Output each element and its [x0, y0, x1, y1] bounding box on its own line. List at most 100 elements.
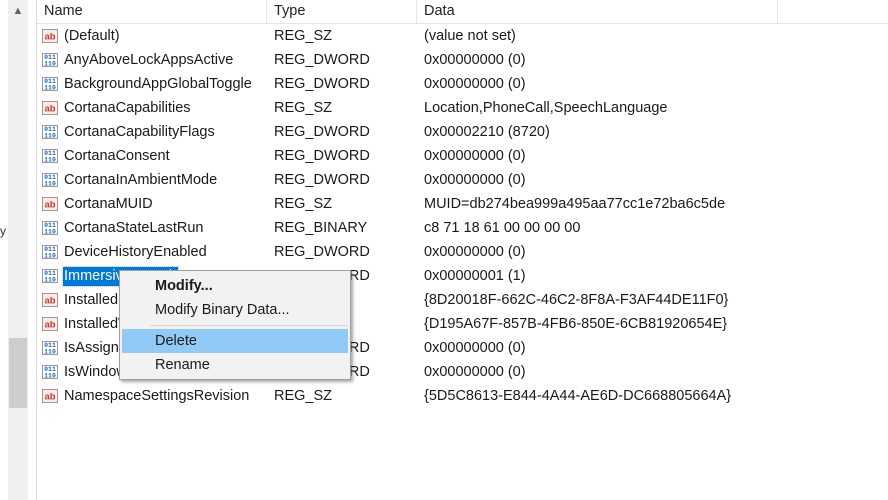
value-name-cell[interactable]: 011 110 BackgroundAppGlobalToggle — [42, 72, 268, 96]
value-name-cell[interactable]: 011 110 CortanaStateLastRun — [42, 216, 268, 240]
svg-text:110: 110 — [44, 60, 56, 67]
value-row-cortanainambientmode[interactable]: 011 110 CortanaInAmbientMode REG_DWORD 0x000… — [37, 168, 888, 192]
string-value-icon: ab — [42, 196, 58, 212]
column-header-type[interactable]: Type — [267, 0, 417, 23]
value-name-cell[interactable]: 011 110 CortanaConsent — [42, 144, 268, 168]
key-tree-pane[interactable]: y ▲ — [0, 0, 36, 500]
value-row-cortanacapabilities[interactable]: ab CortanaCapabilities REG_SZ Location,Phon… — [37, 96, 888, 120]
menu-item-modify-binary-data[interactable]: Modify Binary Data... — [122, 298, 348, 322]
value-name-cell[interactable]: ab CortanaCapabilities — [42, 96, 268, 120]
tree-scrollbar-thumb[interactable] — [9, 338, 27, 408]
binary-value-icon: 011 110 — [42, 340, 58, 356]
value-data: 0x00000001 (1) — [424, 268, 526, 284]
value-type: REG_SZ — [274, 28, 333, 44]
value-name[interactable]: NamespaceSettingsRevision — [63, 387, 250, 406]
value-row-backgroundappglobaltoggle[interactable]: 011 110 BackgroundAppGlobalToggle REG_DWORD… — [37, 72, 888, 96]
column-header-name[interactable]: Name — [37, 0, 267, 23]
svg-text:110: 110 — [44, 252, 56, 259]
value-name[interactable]: (Default) — [63, 27, 121, 46]
value-name-cell[interactable]: 011 110 AnyAboveLockAppsActive — [42, 48, 268, 72]
value-row-anyabovelockappsactive[interactable]: 011 110 AnyAboveLockAppsActive REG_DWORD 0x0… — [37, 48, 888, 72]
value-data: {D195A67F-857B-4FB6-850E-6CB81920654E} — [424, 316, 728, 332]
value-name-cell[interactable]: ab CortanaMUID — [42, 192, 268, 216]
binary-value-icon: 011 110 — [42, 52, 58, 68]
binary-value-icon: 011 110 — [42, 244, 58, 260]
value-name[interactable]: CortanaStateLastRun — [63, 219, 204, 238]
value-data: 0x00000000 (0) — [424, 364, 526, 380]
value-row-cortanacapabilityflags[interactable]: 011 110 CortanaCapabilityFlags REG_DWORD 0x0… — [37, 120, 888, 144]
value-row-namespacesettingsrevision[interactable]: ab NamespaceSettingsRevision REG_SZ {5D5C86… — [37, 384, 888, 408]
svg-text:ab: ab — [44, 32, 55, 43]
string-value-icon: ab — [42, 292, 58, 308]
value-row-cortanamuid[interactable]: ab CortanaMUID REG_SZ MUID=db274bea999a495a… — [37, 192, 888, 216]
value-name-cell[interactable]: ab NamespaceSettingsRevision — [42, 384, 268, 408]
value-name[interactable]: AnyAboveLockAppsActive — [63, 51, 234, 70]
svg-text:110: 110 — [44, 276, 56, 283]
value-data: {8D20018F-662C-46C2-8F8A-F3AF44DE11F0} — [424, 292, 729, 308]
value-name[interactable]: CortanaCapabilityFlags — [63, 123, 216, 142]
binary-value-icon: 011 110 — [42, 364, 58, 380]
column-header-data[interactable]: Data — [417, 0, 778, 23]
value-type: REG_SZ — [274, 100, 333, 116]
value-type: REG_DWORD — [274, 52, 370, 68]
binary-value-icon: 011 110 — [42, 76, 58, 92]
tree-scrollbar[interactable]: ▲ — [8, 0, 28, 500]
svg-text:110: 110 — [44, 228, 56, 235]
value-data: 0x00000000 (0) — [424, 244, 526, 260]
value-name[interactable]: DeviceHistoryEnabled — [63, 243, 208, 262]
value-row-cortanastatelastrun[interactable]: 011 110 CortanaStateLastRun REG_BINARY c8 71… — [37, 216, 888, 240]
svg-text:110: 110 — [44, 84, 56, 91]
value-type: REG_DWORD — [274, 76, 370, 92]
scroll-up-arrow-icon[interactable]: ▲ — [8, 0, 28, 22]
value-name[interactable]: BackgroundAppGlobalToggle — [63, 75, 253, 94]
menu-separator — [150, 325, 348, 326]
value-data: 0x00000000 (0) — [424, 172, 526, 188]
column-header-bar: Name Type Data — [37, 0, 888, 24]
value-row-devicehistoryenabled[interactable]: 011 110 DeviceHistoryEnabled REG_DWORD 0x000… — [37, 240, 888, 264]
binary-value-icon: 011 110 — [42, 172, 58, 188]
value-row-default[interactable]: ab (Default) REG_SZ (value not set) — [37, 24, 888, 48]
binary-value-icon: 011 110 — [42, 124, 58, 140]
svg-text:ab: ab — [44, 104, 55, 115]
value-data: 0x00000000 (0) — [424, 52, 526, 68]
value-data: {5D5C8613-E844-4A44-AE6D-DC668805664A} — [424, 388, 732, 404]
string-value-icon: ab — [42, 316, 58, 332]
value-type: REG_BINARY — [274, 220, 368, 236]
value-name[interactable]: CortanaInAmbientMode — [63, 171, 218, 190]
value-data: 0x00000000 (0) — [424, 340, 526, 356]
value-name-cell[interactable]: 011 110 CortanaInAmbientMode — [42, 168, 268, 192]
value-data: 0x00002210 (8720) — [424, 124, 550, 140]
value-data: 0x00000000 (0) — [424, 76, 526, 92]
value-name-cell[interactable]: 011 110 CortanaCapabilityFlags — [42, 120, 268, 144]
value-name-cell[interactable]: 011 110 DeviceHistoryEnabled — [42, 240, 268, 264]
svg-text:110: 110 — [44, 156, 56, 163]
context-menu: Modify... Modify Binary Data... Delete Rena… — [119, 270, 351, 380]
value-data: MUID=db274bea999a495aa77cc1e72ba6c5de — [424, 196, 726, 212]
value-row-cortanaconsent[interactable]: 011 110 CortanaConsent REG_DWORD 0x00000000 … — [37, 144, 888, 168]
value-name[interactable]: CortanaConsent — [63, 147, 171, 166]
value-name[interactable]: CortanaCapabilities — [63, 99, 192, 118]
value-type: REG_SZ — [274, 388, 333, 404]
menu-item-delete[interactable]: Delete — [122, 329, 348, 353]
string-value-icon: ab — [42, 388, 58, 404]
svg-text:110: 110 — [44, 348, 56, 355]
svg-text:ab: ab — [44, 392, 55, 403]
svg-text:ab: ab — [44, 200, 55, 211]
value-type: REG_DWORD — [274, 244, 370, 260]
menu-item-modify[interactable]: Modify... — [122, 274, 348, 298]
svg-text:110: 110 — [44, 180, 56, 187]
value-data: Location,PhoneCall,SpeechLanguage — [424, 100, 668, 116]
value-data: 0x00000000 (0) — [424, 148, 526, 164]
menu-item-rename[interactable]: Rename — [122, 353, 348, 377]
svg-text:ab: ab — [44, 296, 55, 307]
binary-value-icon: 011 110 — [42, 268, 58, 284]
string-value-icon: ab — [42, 100, 58, 116]
svg-text:110: 110 — [44, 132, 56, 139]
value-name[interactable]: CortanaMUID — [63, 195, 154, 214]
binary-value-icon: 011 110 — [42, 148, 58, 164]
string-value-icon: ab — [42, 28, 58, 44]
svg-text:110: 110 — [44, 372, 56, 379]
value-data: c8 71 18 61 00 00 00 00 — [424, 220, 581, 236]
value-name-cell[interactable]: ab (Default) — [42, 24, 268, 48]
tree-item-fragment[interactable]: y — [0, 224, 6, 240]
